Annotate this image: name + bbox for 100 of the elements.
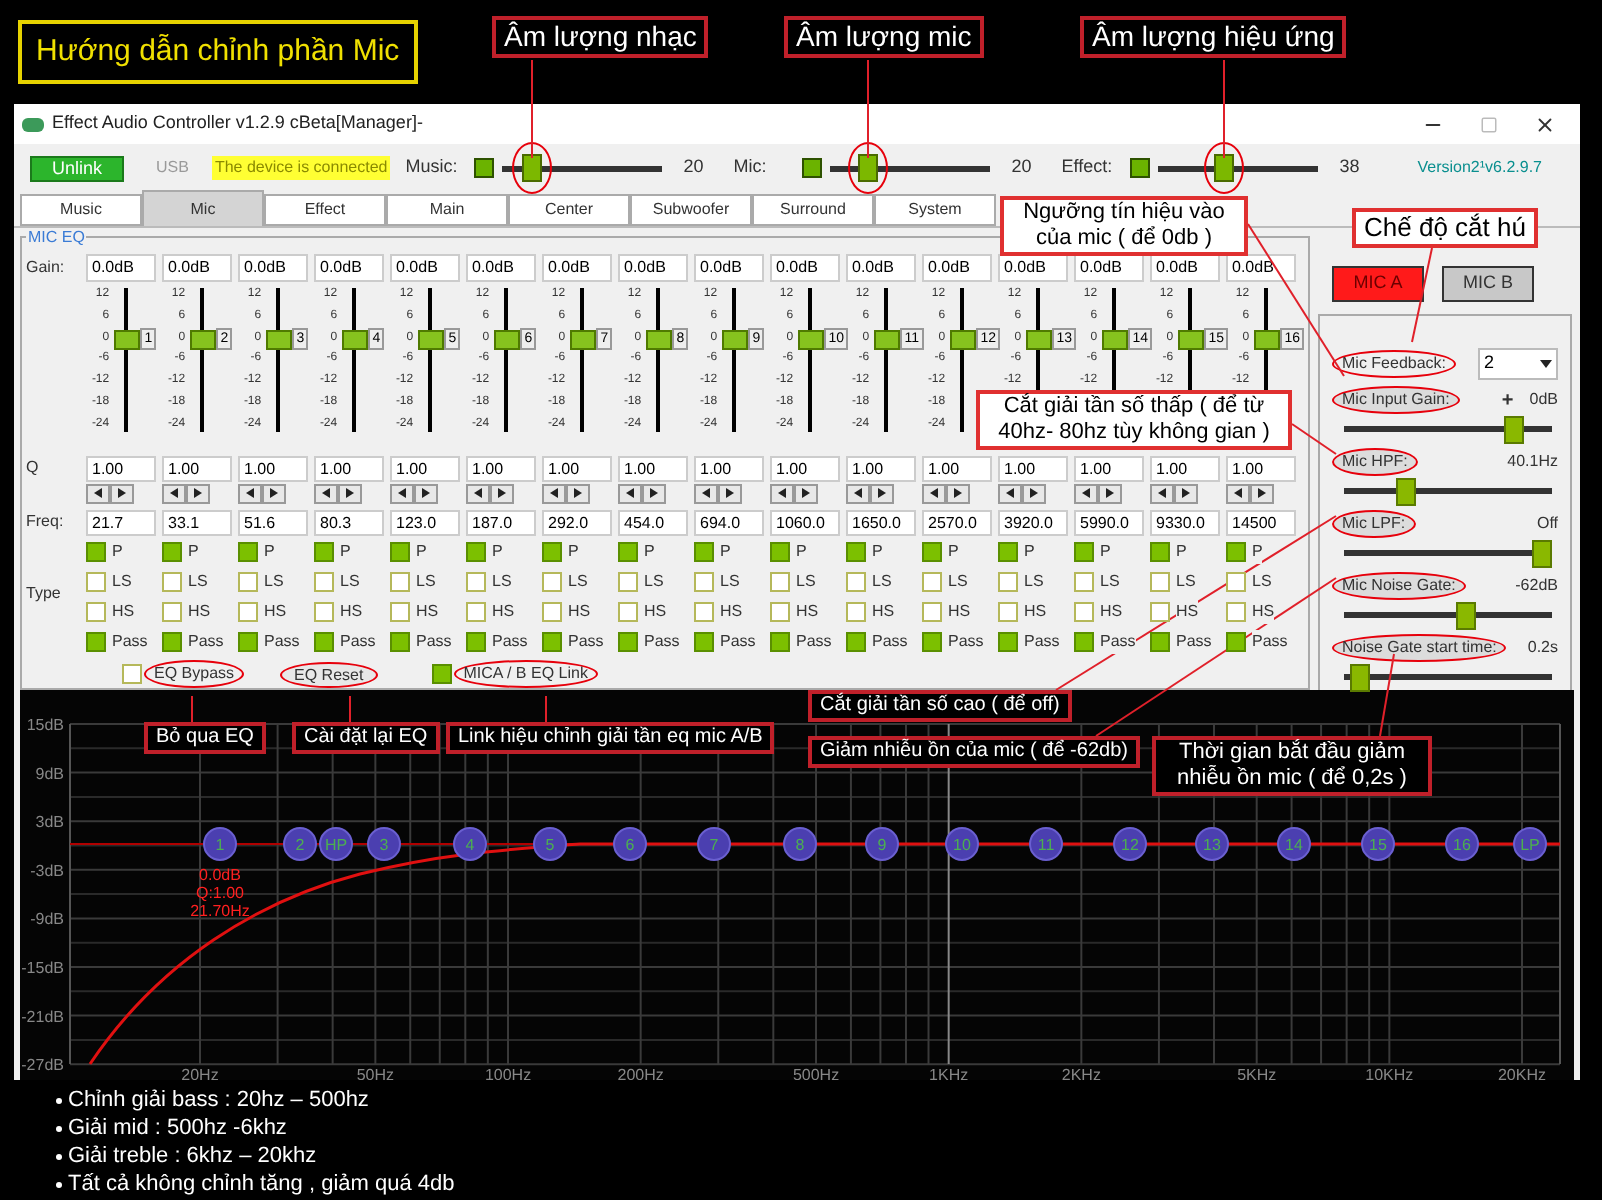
checkbox[interactable] (770, 602, 790, 622)
q-decrease-button[interactable] (1226, 483, 1250, 503)
setting-slider[interactable] (1344, 663, 1552, 691)
q-increase-button[interactable] (794, 483, 818, 503)
q-field[interactable]: 1.00 (1150, 455, 1220, 481)
q-increase-button[interactable] (414, 483, 438, 503)
checkbox[interactable] (314, 632, 334, 652)
fader-thumb[interactable] (1253, 329, 1280, 350)
checkbox[interactable] (1074, 572, 1094, 592)
checkbox[interactable] (122, 664, 142, 684)
q-field[interactable]: 1.00 (922, 455, 992, 481)
q-increase-button[interactable] (870, 483, 894, 503)
close-icon[interactable] (1534, 113, 1556, 135)
setting-thumb[interactable] (1532, 539, 1552, 567)
checkbox[interactable] (466, 602, 486, 622)
checkbox[interactable] (922, 602, 942, 622)
freq-field[interactable]: 1060.0 (770, 509, 840, 535)
q-field[interactable]: 1.00 (542, 455, 612, 481)
eq-reset-button[interactable]: EQ Reset (280, 661, 378, 687)
q-field[interactable]: 1.00 (162, 455, 232, 481)
freq-field[interactable]: 80.3 (314, 509, 384, 535)
checkbox[interactable] (1150, 542, 1170, 562)
checkbox[interactable] (86, 602, 106, 622)
freq-field[interactable]: 2570.0 (922, 509, 992, 535)
q-field[interactable]: 1.00 (998, 455, 1068, 481)
checkbox[interactable] (390, 602, 410, 622)
fader-thumb[interactable] (341, 329, 368, 350)
q-increase-button[interactable] (490, 483, 514, 503)
q-increase-button[interactable] (1174, 483, 1198, 503)
q-increase-button[interactable] (642, 483, 666, 503)
checkbox[interactable] (694, 632, 714, 652)
tab[interactable]: System (874, 194, 996, 226)
checkbox[interactable] (466, 572, 486, 592)
q-increase-button[interactable] (262, 483, 286, 503)
freq-field[interactable]: 14500 (1226, 509, 1296, 535)
checkbox[interactable] (846, 632, 866, 652)
fader-thumb[interactable] (113, 329, 140, 350)
gain-field[interactable]: 0.0dB (390, 253, 460, 281)
q-decrease-button[interactable] (618, 483, 642, 503)
freq-field[interactable]: 21.7 (86, 509, 156, 535)
q-field[interactable]: 1.00 (1074, 455, 1144, 481)
checkbox[interactable] (694, 572, 714, 592)
fader-thumb[interactable] (1025, 329, 1052, 350)
checkbox[interactable] (390, 632, 410, 652)
checkbox[interactable] (162, 632, 182, 652)
mic-select-button[interactable]: MIC B (1442, 266, 1534, 302)
freq-field[interactable]: 292.0 (542, 509, 612, 535)
q-increase-button[interactable] (1098, 483, 1122, 503)
q-field[interactable]: 1.00 (846, 455, 916, 481)
checkbox[interactable] (390, 542, 410, 562)
checkbox[interactable] (238, 572, 258, 592)
checkbox[interactable] (542, 572, 562, 592)
checkbox[interactable] (162, 542, 182, 562)
volume-thumb[interactable] (1213, 153, 1234, 181)
q-decrease-button[interactable] (998, 483, 1022, 503)
fader-thumb[interactable] (797, 329, 824, 350)
tab[interactable]: Effect (264, 194, 386, 226)
tab[interactable]: Subwoofer (630, 194, 752, 226)
q-increase-button[interactable] (1022, 483, 1046, 503)
setting-thumb[interactable] (1396, 477, 1417, 505)
q-field[interactable]: 1.00 (390, 455, 460, 481)
gain-field[interactable]: 0.0dB (86, 253, 156, 281)
mute-toggle[interactable] (473, 158, 494, 178)
fader-thumb[interactable] (645, 329, 672, 350)
checkbox[interactable] (542, 632, 562, 652)
checkbox[interactable] (1226, 632, 1246, 652)
checkbox[interactable] (998, 602, 1018, 622)
setting-thumb[interactable] (1503, 415, 1524, 443)
checkbox[interactable] (998, 542, 1018, 562)
q-increase-button[interactable] (186, 483, 210, 503)
fader-thumb[interactable] (873, 329, 900, 350)
q-field[interactable]: 1.00 (466, 455, 536, 481)
checkbox[interactable] (1226, 572, 1246, 592)
freq-field[interactable]: 123.0 (390, 509, 460, 535)
q-field[interactable]: 1.00 (238, 455, 308, 481)
fader-thumb[interactable] (569, 329, 596, 350)
checkbox[interactable] (1074, 602, 1094, 622)
freq-field[interactable]: 454.0 (618, 509, 688, 535)
q-decrease-button[interactable] (238, 483, 262, 503)
checkbox[interactable] (314, 572, 334, 592)
q-decrease-button[interactable] (1150, 483, 1174, 503)
checkbox[interactable] (618, 632, 638, 652)
checkbox[interactable] (162, 602, 182, 622)
checkbox[interactable] (162, 572, 182, 592)
checkbox[interactable] (770, 632, 790, 652)
q-decrease-button[interactable] (390, 483, 414, 503)
checkbox[interactable] (770, 542, 790, 562)
q-decrease-button[interactable] (162, 483, 186, 503)
gain-field[interactable]: 0.0dB (1226, 253, 1296, 281)
checkbox[interactable] (238, 602, 258, 622)
checkbox[interactable] (1226, 542, 1246, 562)
checkbox[interactable] (846, 542, 866, 562)
checkbox[interactable] (770, 572, 790, 592)
q-decrease-button[interactable] (542, 483, 566, 503)
q-increase-button[interactable] (338, 483, 362, 503)
tab[interactable]: Surround (752, 194, 874, 226)
fader-thumb[interactable] (189, 329, 216, 350)
tab[interactable]: Music (20, 194, 142, 226)
freq-field[interactable]: 5990.0 (1074, 509, 1144, 535)
checkbox[interactable] (1150, 572, 1170, 592)
